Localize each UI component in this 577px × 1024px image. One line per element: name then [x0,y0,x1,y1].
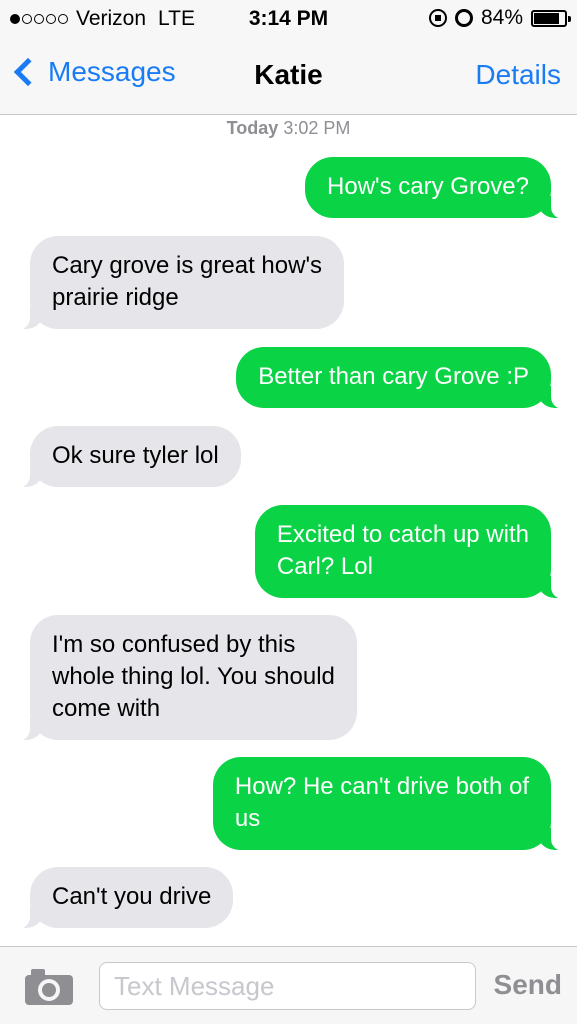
message-line: us [234,805,261,832]
outgoing-message[interactable]: How? He can't drive both of us [212,757,570,851]
alarm-icon [454,9,473,27]
status-bar: Verizon LTE 3:14 PM 84% [0,0,577,38]
message-line: Better than cary Grove :P [258,363,529,390]
nav-bar: Messages Katie Details [0,38,577,115]
message-line: Cary grove is great how's [52,252,323,279]
message-line: I'm so confused by this [52,631,296,658]
timestamp-time: 3:02 PM [283,118,351,138]
message-line: Ok sure tyler lol [52,442,219,469]
message-line: How's cary Grove? [327,173,529,200]
battery-tip [568,15,571,22]
incoming-message[interactable]: I'm so confused by this whole thing lol.… [12,615,357,741]
message-line: How? He can't drive both of [234,773,529,800]
battery-icon [531,9,571,27]
camera-icon-lens-inner [42,983,56,997]
compose-bar: Send [0,946,577,1024]
send-button[interactable]: Send [494,969,562,1001]
orientation-lock-icon [428,9,447,27]
outgoing-message[interactable]: Better than cary Grove :P [236,347,569,409]
incoming-message[interactable]: Cary grove is great how's prairie ridge [11,236,345,330]
incoming-message[interactable]: Ok sure tyler lol [12,426,241,488]
message-line: come with [52,695,161,722]
conversation-timestamp: Today 3:02 PM [0,118,577,139]
outgoing-message[interactable]: Excited to catch up with Carl? Lol [254,505,570,599]
message-line: whole thing lol. You should [52,663,335,690]
message-line: prairie ridge [52,284,179,311]
incoming-message[interactable]: Can't you drive [11,867,234,929]
message-line: Carl? Lol [276,553,373,580]
battery-fill [534,12,560,24]
message-line: Can't you drive [52,883,212,910]
outgoing-message[interactable]: How's cary Grove? [305,157,569,219]
message-line: Excited to catch up with [276,521,529,548]
message-input[interactable] [99,962,476,1010]
details-button[interactable]: Details [475,59,561,91]
camera-button[interactable] [25,969,73,1005]
status-right: 84% [428,6,571,30]
timestamp-day: Today [226,118,279,138]
battery-percent: 84% [480,6,523,29]
